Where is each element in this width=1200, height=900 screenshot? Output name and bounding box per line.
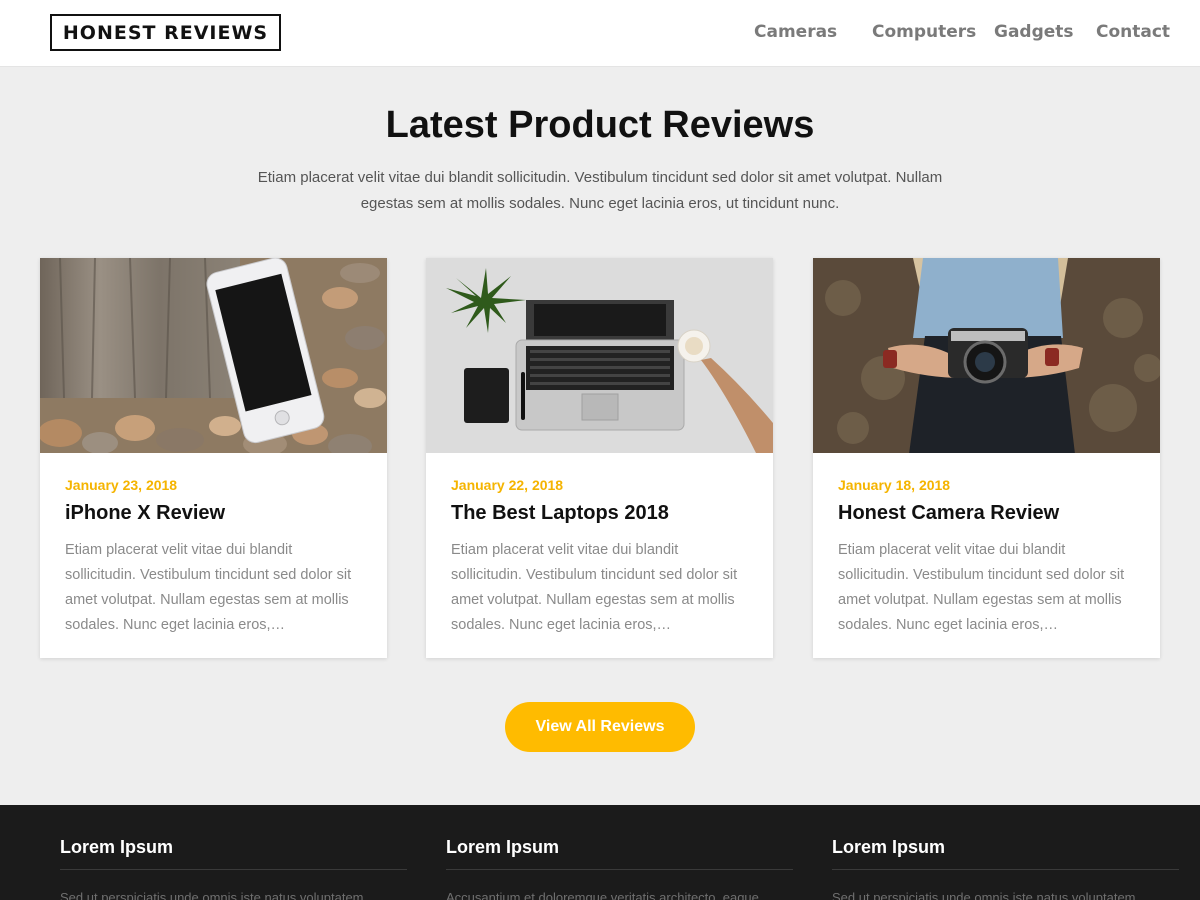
nav-link-gadgets[interactable]: Gadgets — [994, 22, 1074, 42]
view-all-reviews-button[interactable]: View All Reviews — [505, 702, 695, 752]
footer-column: Lorem Ipsum Accusantium et doloremque ve… — [446, 837, 793, 900]
card-date: January 22, 2018 — [451, 477, 564, 493]
footer-column-title: Lorem Ipsum — [60, 837, 407, 870]
card-date: January 18, 2018 — [838, 477, 951, 493]
site-header: HONEST REVIEWS Cameras Computers Gadgets… — [0, 0, 1200, 67]
footer-column-title: Lorem Ipsum — [446, 837, 793, 870]
card-title[interactable]: Honest Camera Review — [838, 500, 1138, 526]
intro-text: Etiam placerat velit vitae dui blandit s… — [257, 169, 943, 212]
card-body: January 23, 2018 iPhone X Review Etiam p… — [65, 476, 365, 638]
footer-column-text: Sed ut perspiciatis unde omnis iste natu… — [832, 890, 1136, 900]
card-body: January 18, 2018 Honest Camera Review Et… — [838, 476, 1138, 638]
review-card[interactable]: January 18, 2018 Honest Camera Review Et… — [813, 258, 1160, 658]
footer-column-text: Accusantium et doloremque veritatis arch… — [446, 890, 759, 900]
card-body: January 22, 2018 The Best Laptops 2018 E… — [451, 476, 751, 638]
site-footer: Lorem Ipsum Sed ut perspiciatis unde omn… — [0, 805, 1200, 900]
nav-link-contact[interactable]: Contact — [1096, 22, 1170, 42]
footer-column: Lorem Ipsum Sed ut perspiciatis unde omn… — [60, 837, 407, 900]
card-title[interactable]: The Best Laptops 2018 — [451, 500, 751, 526]
woman-with-camera-photo[interactable] — [813, 258, 1160, 453]
card-excerpt: Etiam placerat velit vitae dui blandit s… — [838, 542, 1125, 633]
card-excerpt: Etiam placerat velit vitae dui blandit s… — [65, 542, 352, 633]
review-card[interactable]: January 23, 2018 iPhone X Review Etiam p… — [40, 258, 387, 658]
card-date: January 23, 2018 — [65, 477, 178, 493]
card-title[interactable]: iPhone X Review — [65, 500, 365, 526]
footer-column-text: Sed ut perspiciatis unde omnis iste natu… — [60, 890, 364, 900]
nav-link-computers[interactable]: Computers — [872, 22, 976, 42]
page-title: Latest Product Reviews — [385, 104, 815, 146]
card-excerpt: Etiam placerat velit vitae dui blandit s… — [451, 542, 738, 633]
footer-column: Lorem Ipsum Sed ut perspiciatis unde omn… — [832, 837, 1179, 900]
laptop-desk-photo[interactable] — [426, 258, 773, 453]
nav-link-cameras[interactable]: Cameras — [754, 22, 837, 42]
phone-on-stones-photo[interactable] — [40, 258, 387, 453]
main-nav: Cameras Computers Gadgets Contact — [0, 22, 1200, 46]
footer-column-title: Lorem Ipsum — [832, 837, 1179, 870]
review-card[interactable]: January 22, 2018 The Best Laptops 2018 E… — [426, 258, 773, 658]
